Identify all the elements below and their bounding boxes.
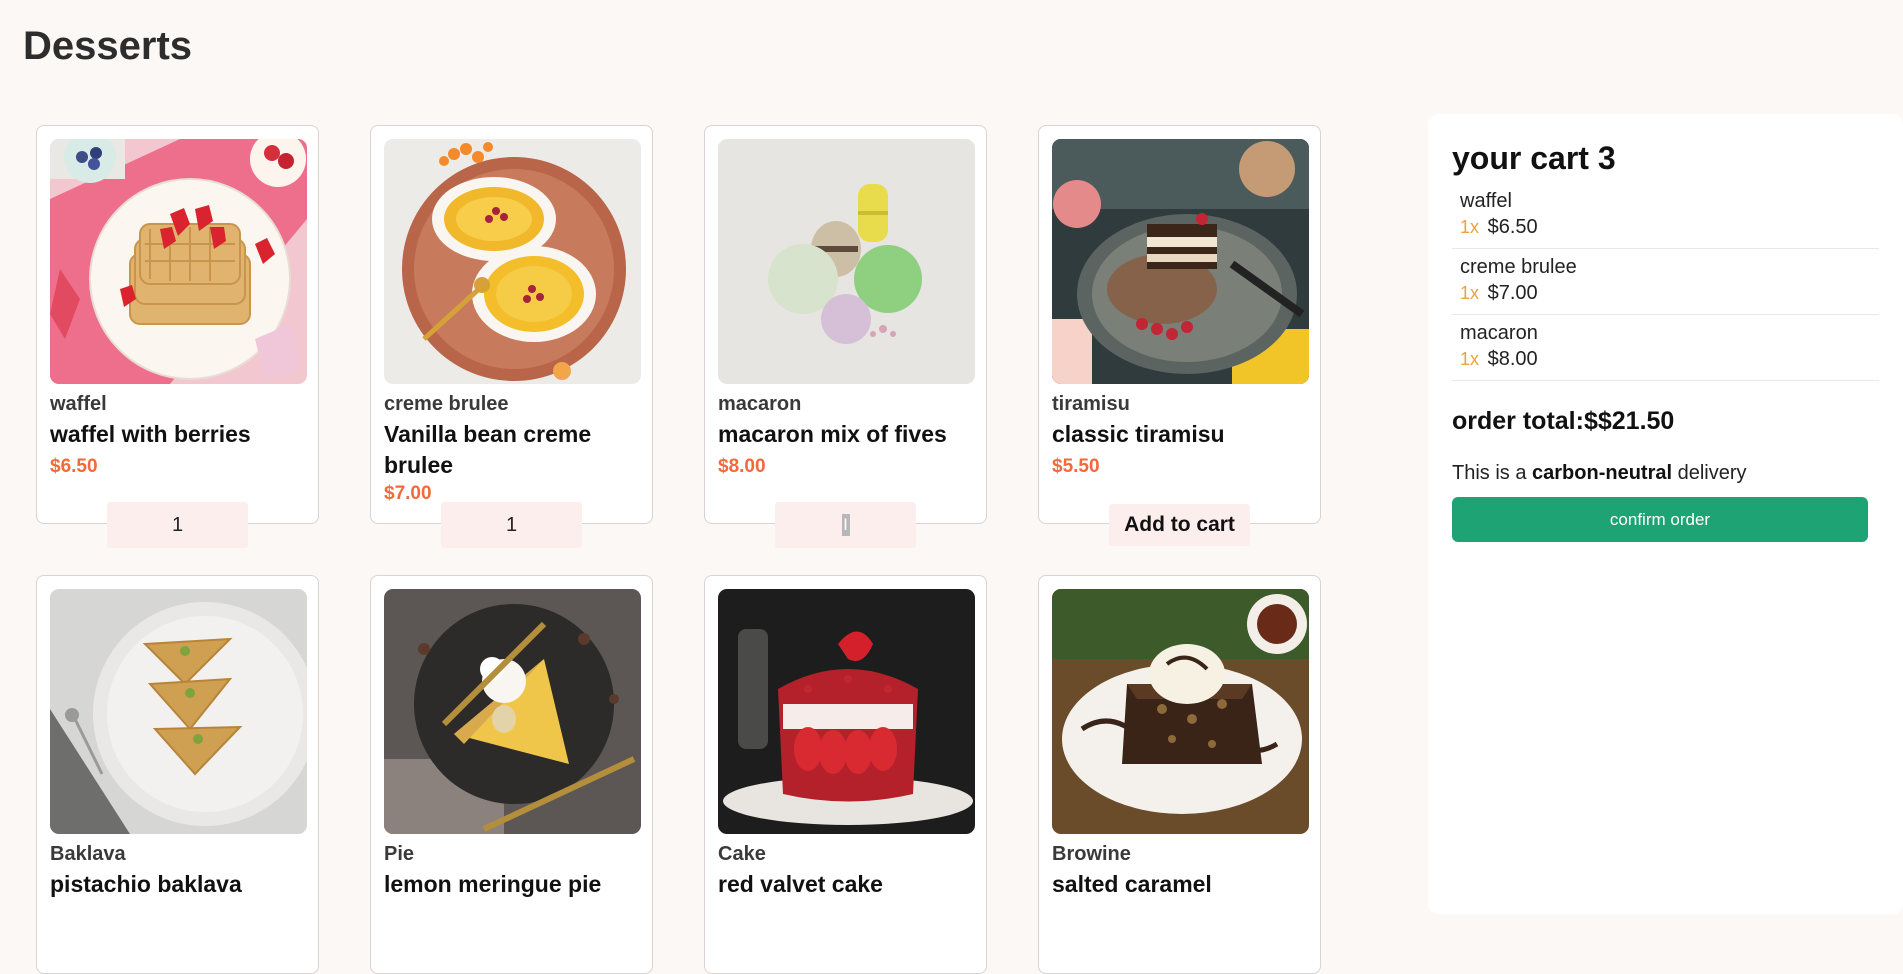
- cart-item-qty: 1x: [1460, 283, 1480, 303]
- product-name: salted caramel: [1052, 871, 1212, 897]
- quantity-button[interactable]: 1: [441, 502, 582, 548]
- carbon-suffix: delivery: [1672, 462, 1747, 484]
- cart-item-price: $6.50: [1487, 216, 1538, 238]
- product-name: waffel with berries: [50, 421, 251, 447]
- pie-image: [384, 589, 641, 834]
- cart-item-price: $8.00: [1487, 348, 1538, 370]
- creme-brulee-image: [384, 139, 641, 384]
- cart-item-qty: 1x: [1460, 217, 1480, 237]
- waffel-image: [50, 139, 307, 384]
- baklava-image: [50, 589, 307, 834]
- product-card-waffel: waffel waffel with berries $6.50 1: [36, 125, 319, 548]
- cart-title: your cart 3: [1452, 140, 1616, 176]
- cart-item-name: waffel: [1460, 190, 1512, 212]
- text-cursor: I: [841, 514, 850, 536]
- carbon-bold: carbon-neutral: [1532, 462, 1673, 484]
- product-price: $5.50: [1052, 456, 1100, 477]
- carbon-prefix: This is a: [1452, 462, 1533, 484]
- macaron-image: [718, 139, 975, 384]
- quantity-button[interactable]: 1: [107, 502, 248, 548]
- product-category: macaron: [718, 393, 802, 415]
- order-total: order total:$$21.50: [1452, 407, 1879, 436]
- product-category: Browine: [1052, 843, 1131, 865]
- product-name: pistachio baklava: [50, 871, 242, 897]
- product-card-tiramisu: tiramisu classic tiramisu $5.50 Add to c…: [1038, 125, 1321, 546]
- product-category: Pie: [384, 843, 415, 865]
- product-category: Baklava: [50, 843, 126, 865]
- tiramisu-image: [1052, 139, 1309, 384]
- product-category: tiramisu: [1052, 393, 1130, 415]
- product-card-creme-brulee: creme brulee Vanilla bean creme brulee $…: [370, 125, 653, 548]
- order-total-label: order total:$: [1452, 407, 1598, 435]
- cart-item-line: 1x $7.00: [1460, 280, 1871, 306]
- product-price: $6.50: [50, 456, 98, 477]
- product-name: lemon meringue pie: [384, 871, 602, 897]
- product-card-cake: Cake red valvet cake: [704, 575, 987, 974]
- cart-item-line: 1x $6.50: [1460, 214, 1871, 240]
- product-name: Vanilla bean creme brulee: [384, 421, 592, 478]
- product-category: Cake: [718, 843, 766, 865]
- cart-item: creme brulee 1x $7.00: [1452, 249, 1879, 315]
- cart-item: macaron 1x $8.00: [1452, 315, 1879, 381]
- cake-image: [718, 589, 975, 834]
- product-name: classic tiramisu: [1052, 421, 1225, 447]
- page-title: Desserts: [23, 24, 193, 68]
- order-total-value: $21.50: [1597, 407, 1675, 435]
- cart-item: waffel 1x $6.50: [1452, 183, 1879, 249]
- product-category: waffel: [50, 393, 107, 415]
- product-card-macaron: macaron macaron mix of fives $8.00 I: [704, 125, 987, 548]
- cart-list: waffel 1x $6.50 creme brulee 1x $7.00 ma…: [1452, 183, 1879, 381]
- product-name: macaron mix of fives: [718, 421, 947, 447]
- confirm-order-button[interactable]: confirm order: [1452, 497, 1868, 542]
- product-category: creme brulee: [384, 393, 509, 415]
- cart-item-name: macaron: [1460, 322, 1538, 344]
- quantity-button[interactable]: I: [775, 502, 916, 548]
- brownie-image: [1052, 589, 1309, 834]
- carbon-neutral-note: This is a carbon-neutral delivery: [1452, 462, 1879, 485]
- add-to-cart-button[interactable]: Add to cart: [1109, 504, 1250, 546]
- cart-item-line: 1x $8.00: [1460, 346, 1871, 372]
- cart-item-name: creme brulee: [1460, 256, 1577, 278]
- cart-panel: your cart 3 waffel 1x $6.50 creme brulee…: [1428, 114, 1903, 914]
- product-grid: waffel waffel with berries $6.50 1 creme…: [36, 125, 1321, 974]
- product-name: red valvet cake: [718, 871, 883, 897]
- cart-item-price: $7.00: [1487, 282, 1538, 304]
- product-card-pie: Pie lemon meringue pie: [370, 575, 653, 974]
- product-card-browine: Browine salted caramel: [1038, 575, 1321, 974]
- product-price: $8.00: [718, 456, 766, 477]
- cart-item-qty: 1x: [1460, 349, 1480, 369]
- product-card-baklava: Baklava pistachio baklava: [36, 575, 319, 974]
